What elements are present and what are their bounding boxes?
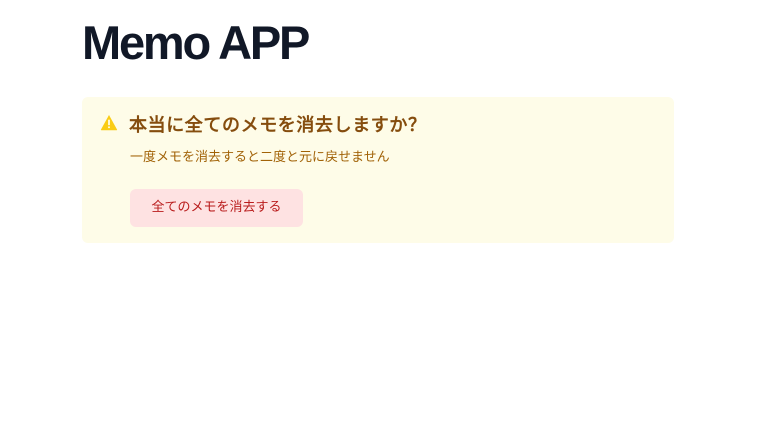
alert-heading: 本当に全てのメモを消去しますか？ bbox=[129, 115, 427, 136]
app-title: Memo APP bbox=[82, 16, 310, 69]
alert-description: 一度メモを消去すると二度と元に戻せません bbox=[130, 150, 390, 165]
warning-triangle-icon bbox=[100, 114, 118, 131]
delete-all-memos-button[interactable]: 全てのメモを消去する bbox=[130, 189, 303, 227]
delete-confirmation-alert: 本当に全てのメモを消去しますか？ 一度メモを消去すると二度と元に戻せません 全て… bbox=[82, 97, 674, 243]
page: Memo APP 本当に全てのメモを消去しますか？ 一度メモを消去すると二度と元… bbox=[0, 0, 760, 435]
